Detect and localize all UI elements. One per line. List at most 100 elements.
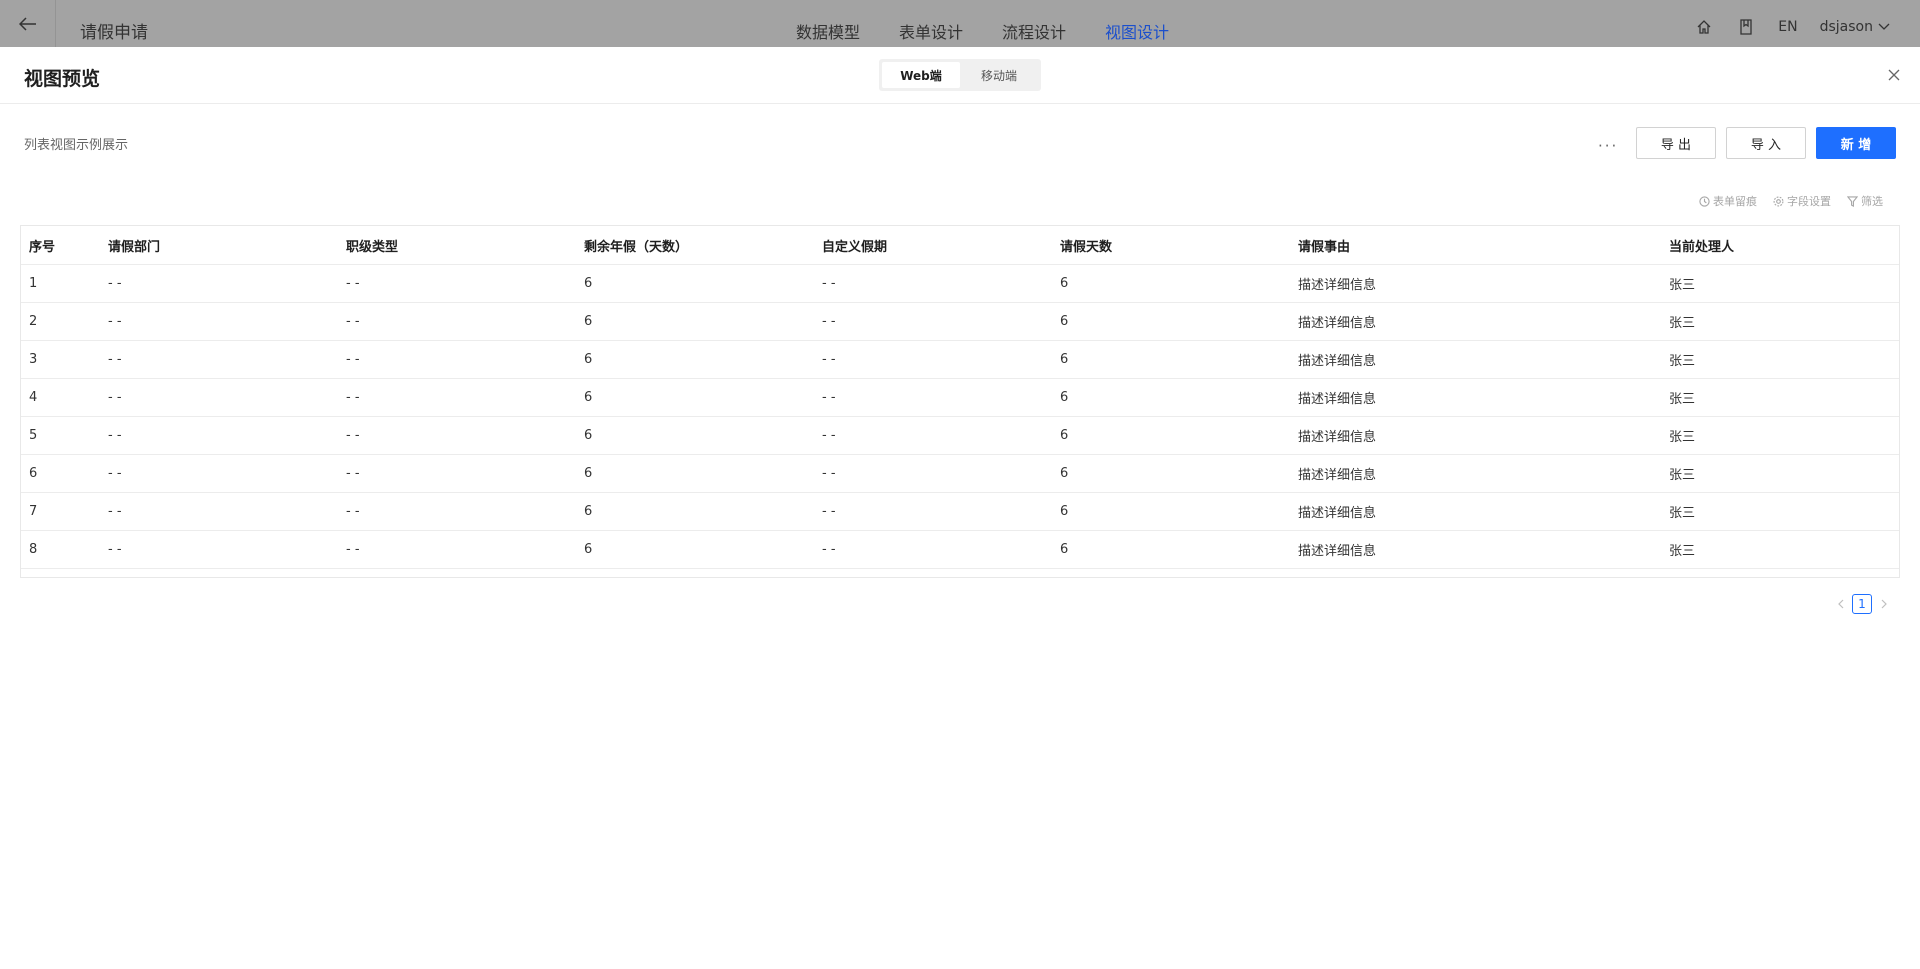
document-icon[interactable] [1736,18,1756,36]
more-button[interactable]: ··· [1598,137,1618,155]
language-switch[interactable]: EN [1778,19,1797,35]
cell-leave-days: 6 [1052,378,1290,417]
cell-leave-days: 6 [1052,416,1290,455]
cell-handler: 张三 [1661,492,1899,531]
modal-title: 视图预览 [24,68,101,90]
cell-dept: - - [100,378,338,417]
table-toolbar: 表单留痕 字段设置 筛选 [1683,193,1883,209]
col-header-rank[interactable]: 职级类型 [338,226,576,265]
col-header-remaining-leave[interactable]: 剩余年假（天数） [576,226,814,265]
back-button[interactable] [0,0,56,47]
cell-remaining-leave: 6 [576,454,814,493]
table-row[interactable]: 1- -- -6- -6 描述详细信息 张三 [21,264,1899,303]
table-row[interactable]: 7- -- -6- -6 描述详细信息 张三 [21,492,1899,531]
cell-dept: - - [100,492,338,531]
cell-handler: 张三 [1661,340,1899,379]
view-subtitle: 列表视图示例展示 [24,138,129,153]
cell-rank: - - [338,340,576,379]
chevron-down-icon [1878,23,1890,30]
cell-reason: 描述详细信息 [1290,302,1661,341]
cell-handler: 张三 [1661,416,1899,455]
cell-custom-leave: - - [814,340,1052,379]
import-button[interactable]: 导 入 [1726,127,1806,159]
segment-mobile[interactable]: 移动端 [960,62,1038,88]
filter-icon [1847,195,1858,207]
export-button[interactable]: 导 出 [1636,127,1716,159]
cell-handler: 张三 [1661,302,1899,341]
cell-index: 7 [21,492,100,531]
col-header-custom-leave[interactable]: 自定义假期 [814,226,1052,265]
table-row[interactable]: 2- -- -6- -6 描述详细信息 张三 [21,302,1899,341]
cell-leave-days: 6 [1052,302,1290,341]
cell-index: 5 [21,416,100,455]
field-settings-label: 字段设置 [1787,195,1831,208]
gear-icon [1773,196,1784,206]
cell-rank: - - [338,530,576,569]
cell-handler: 张三 [1661,378,1899,417]
arrow-left-icon [18,16,36,31]
cell-rank: - - [338,416,576,455]
cell-reason: 描述详细信息 [1290,454,1661,493]
form-history-label: 表单留痕 [1713,195,1757,208]
app-title: 请假申请 [80,23,148,43]
cell-leave-days: 6 [1052,264,1290,303]
nav-data-model[interactable]: 数据模型 [796,19,860,43]
top-right-actions: EN dsjason [1672,18,1890,36]
table-row[interactable]: 5- -- -6- -6 描述详细信息 张三 [21,416,1899,455]
home-icon[interactable] [1694,18,1714,36]
cell-index: 2 [21,302,100,341]
cell-rank: - - [338,264,576,303]
cell-dept: - - [100,416,338,455]
top-bar: 请假申请 数据模型 表单设计 流程设计 视图设计 EN dsjason [0,0,1920,47]
table-row[interactable]: 8- -- -6- -6 描述详细信息 张三 [21,530,1899,569]
cell-index: 4 [21,378,100,417]
next-page-icon[interactable] [1878,598,1890,610]
col-header-leave-days[interactable]: 请假天数 [1052,226,1290,265]
cell-custom-leave: - - [814,378,1052,417]
cell-dept: - - [100,302,338,341]
cell-reason: 描述详细信息 [1290,340,1661,379]
close-icon[interactable] [1886,67,1902,83]
cell-dept: - - [100,340,338,379]
filter-label: 筛选 [1861,195,1883,208]
data-table: 序号 请假部门 职级类型 剩余年假（天数） 自定义假期 请假天数 请假事由 当前… [20,225,1900,578]
prev-page-icon[interactable] [1834,598,1846,610]
nav-form-design[interactable]: 表单设计 [899,19,963,43]
filter-button[interactable]: 筛选 [1847,193,1883,209]
field-settings-button[interactable]: 字段设置 [1773,193,1831,209]
cell-reason: 描述详细信息 [1290,378,1661,417]
cell-custom-leave: - - [814,492,1052,531]
col-header-handler[interactable]: 当前处理人 [1661,226,1899,265]
history-icon [1699,195,1710,207]
add-button[interactable]: 新 增 [1816,127,1896,159]
nav-flow-design[interactable]: 流程设计 [1002,19,1066,43]
cell-remaining-leave: 6 [576,530,814,569]
cell-index: 6 [21,454,100,493]
platform-switch: Web端 移动端 [879,59,1041,91]
cell-remaining-leave: 6 [576,264,814,303]
cell-custom-leave: - - [814,454,1052,493]
col-header-reason[interactable]: 请假事由 [1290,226,1661,265]
cell-dept: - - [100,530,338,569]
nav-view-design[interactable]: 视图设计 [1105,19,1169,43]
form-history-button[interactable]: 表单留痕 [1699,193,1757,209]
col-header-index[interactable]: 序号 [21,226,100,265]
cell-custom-leave: - - [814,264,1052,303]
cell-reason: 描述详细信息 [1290,530,1661,569]
page-number-current[interactable]: 1 [1852,594,1872,614]
pagination: 1 [1834,594,1890,614]
cell-handler: 张三 [1661,454,1899,493]
cell-remaining-leave: 6 [576,340,814,379]
user-menu[interactable]: dsjason [1820,19,1890,35]
col-header-dept[interactable]: 请假部门 [100,226,338,265]
table-row[interactable]: 3- -- -6- -6 描述详细信息 张三 [21,340,1899,379]
main-nav: 数据模型 表单设计 流程设计 视图设计 [796,19,1208,43]
table-row[interactable]: 4- -- -6- -6 描述详细信息 张三 [21,378,1899,417]
cell-reason: 描述详细信息 [1290,416,1661,455]
segment-web[interactable]: Web端 [882,62,960,88]
table-row[interactable]: 6- -- -6- -6 描述详细信息 张三 [21,454,1899,493]
cell-leave-days: 6 [1052,454,1290,493]
cell-rank: - - [338,378,576,417]
cell-rank: - - [338,492,576,531]
cell-remaining-leave: 6 [576,416,814,455]
